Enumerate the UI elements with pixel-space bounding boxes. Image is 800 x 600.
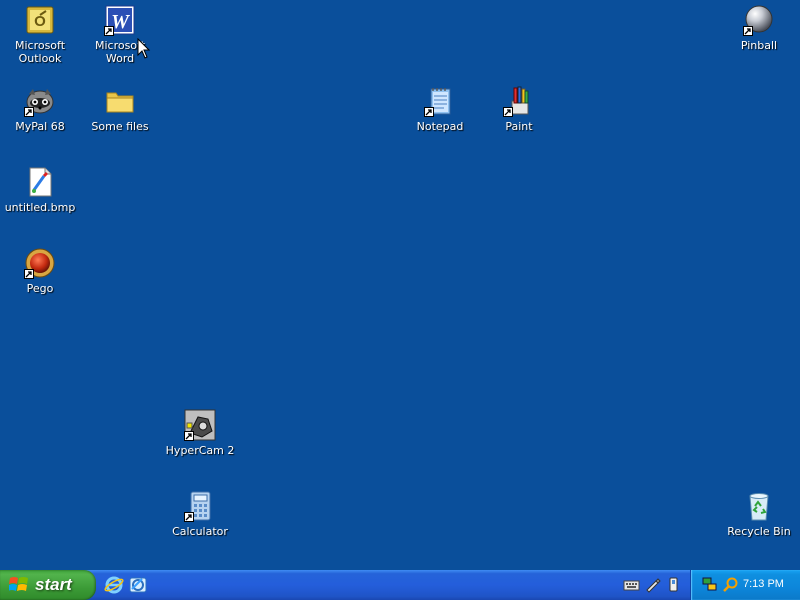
desktop-icon-label: Microsoft Outlook <box>14 39 66 65</box>
taskbar: start 7:13 PM <box>0 570 800 600</box>
pen-tool-icon[interactable] <box>644 576 661 593</box>
folder-icon <box>104 85 136 117</box>
desktop-icon-label: Pinball <box>740 39 778 52</box>
desktop-icon-pego[interactable]: Pego <box>0 247 80 295</box>
recycle-bin-icon <box>743 490 775 522</box>
shortcut-arrow-icon <box>24 269 34 279</box>
desktop-icon-recycle-bin[interactable]: Recycle Bin <box>719 490 799 538</box>
outlook-express-icon[interactable] <box>128 575 148 595</box>
quick-launch <box>104 575 148 595</box>
pinball-icon <box>743 4 775 36</box>
calculator-icon <box>184 490 216 522</box>
desktop-icon-label: Notepad <box>416 120 464 133</box>
shortcut-arrow-icon <box>184 431 194 441</box>
svg-text:O: O <box>34 13 46 30</box>
mypal-icon <box>24 85 56 117</box>
search-icon[interactable] <box>722 576 739 593</box>
network-icon[interactable] <box>701 576 718 593</box>
device-icon[interactable] <box>665 576 682 593</box>
desktop-icon-some-files[interactable]: Some files <box>80 85 160 133</box>
desktop-icon-label: Recycle Bin <box>727 525 791 538</box>
outlook-icon: O <box>24 4 56 36</box>
start-button[interactable]: start <box>0 570 96 600</box>
bitmap-icon <box>24 166 56 198</box>
desktop-icon-outlook[interactable]: O Microsoft Outlook <box>0 4 80 65</box>
desktop-icon-untitled-bmp[interactable]: untitled.bmp <box>0 166 80 214</box>
desktop-icon-label: Calculator <box>172 525 228 538</box>
desktop-icon-label: MyPal 68 <box>15 120 65 133</box>
paint-icon <box>503 85 535 117</box>
desktop-icon-label: untitled.bmp <box>4 201 76 214</box>
desktop-icon-mypal[interactable]: MyPal 68 <box>0 85 80 133</box>
start-label: start <box>35 575 72 594</box>
keyboard-icon[interactable] <box>623 576 640 593</box>
desktop[interactable]: O Microsoft Outlook W Microsoft Word Pin… <box>0 0 800 570</box>
desktop-icon-calculator[interactable]: Calculator <box>160 490 240 538</box>
desktop-icon-hypercam[interactable]: HyperCam 2 <box>160 409 240 457</box>
desktop-icon-notepad[interactable]: Notepad <box>400 85 480 133</box>
desktop-icon-label: Paint <box>505 120 533 133</box>
shortcut-arrow-icon <box>184 512 194 522</box>
shortcut-arrow-icon <box>24 107 34 117</box>
desktop-icon-pinball[interactable]: Pinball <box>719 4 799 52</box>
shortcut-arrow-icon <box>503 107 513 117</box>
internet-explorer-icon[interactable] <box>104 575 124 595</box>
shortcut-arrow-icon <box>743 26 753 36</box>
shortcut-arrow-icon <box>104 26 114 36</box>
desktop-icon-paint[interactable]: Paint <box>479 85 559 133</box>
desktop-icon-label: Pego <box>26 282 54 295</box>
word-icon: W <box>104 4 136 36</box>
tray-toolbar <box>623 576 682 593</box>
notification-area: 7:13 PM <box>690 570 800 600</box>
pego-icon <box>24 247 56 279</box>
desktop-icon-label: HyperCam 2 <box>165 444 235 457</box>
mouse-cursor-icon <box>137 38 151 59</box>
notepad-icon <box>424 85 456 117</box>
windows-logo-icon <box>9 577 28 591</box>
desktop-icon-label: Some files <box>91 120 149 133</box>
hypercam-icon <box>184 409 216 441</box>
shortcut-arrow-icon <box>424 107 434 117</box>
system-tray <box>701 576 739 593</box>
clock[interactable]: 7:13 PM <box>743 578 784 590</box>
